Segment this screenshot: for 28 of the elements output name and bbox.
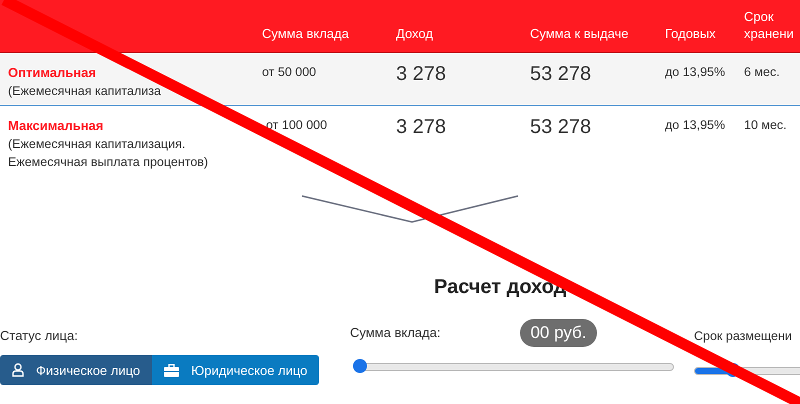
table-cell-text: от 50 000 [262, 64, 318, 81]
column-header: Доход [396, 25, 434, 43]
table-cell-text: до 13,95% [665, 117, 726, 134]
column-header: Сумма к выдаче [530, 25, 630, 43]
table-cell-text: 6 мес. [744, 64, 781, 81]
status-button[interactable]: Юридическое лицо [152, 355, 320, 385]
column-header: Срок хранени [744, 8, 795, 43]
status-button[interactable]: Физическое лицо [0, 355, 152, 385]
chevron-icon[interactable] [300, 194, 520, 224]
table-cell-text: 3 278 [396, 115, 448, 140]
plan-description: (Ежемесячная капитализа [8, 83, 162, 100]
table-cell-text: до 13,95% [665, 64, 726, 81]
column-header: Годовых [665, 25, 717, 43]
table-row[interactable]: Оптимальная (Ежемесячная капитализа от 50 000 3 278 53 278 до 13,95% 6 мес. [0, 53, 800, 106]
briefcase-icon [164, 364, 180, 376]
field-label: Срок размещени [694, 328, 792, 345]
table-cell-text: 10 мес. [744, 117, 788, 134]
table-cell-text: 53 278 [530, 62, 592, 87]
column-header: Сумма вклада [262, 25, 350, 43]
amount-bubble: 00 руб. [520, 319, 596, 347]
plan-name: Оптимальная [8, 64, 97, 82]
table-cell-text: 53 278 [530, 115, 592, 140]
table-cell-text: 3 278 [396, 62, 448, 87]
field-label: Сумма вклада: [350, 324, 440, 342]
plan-name: Максимальная [8, 117, 104, 135]
person-icon [12, 363, 24, 377]
plan-description: (Ежемесячная капитализация. Ежемесячная выплата процентов) [8, 136, 210, 171]
field-label: Статус лица: [0, 327, 78, 345]
